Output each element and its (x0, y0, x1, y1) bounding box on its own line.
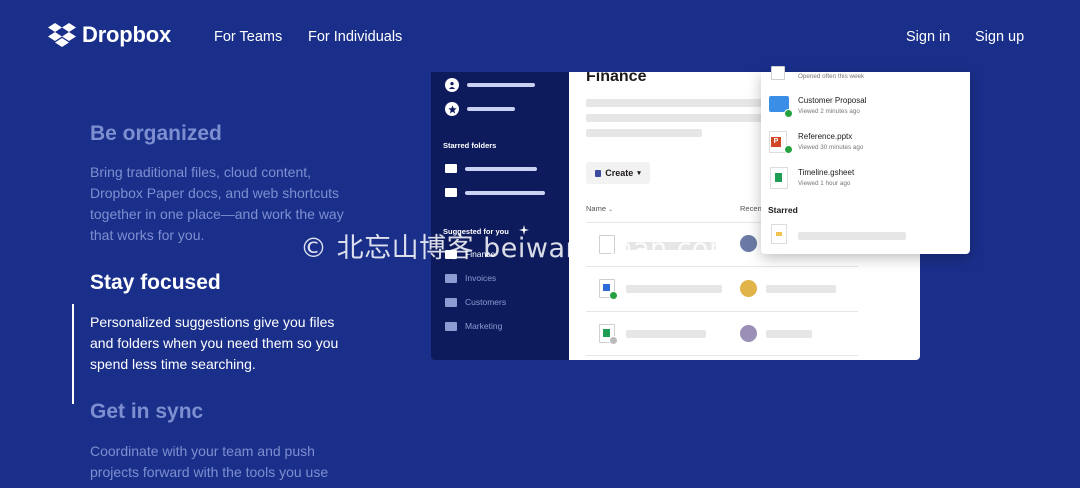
starred-folders-label: Starred folders (443, 141, 497, 150)
divider (586, 355, 858, 356)
divider (586, 266, 858, 267)
popup-file-name: Customer Proposal (798, 96, 867, 105)
powerpoint-icon: P (771, 137, 781, 147)
star-icon (445, 102, 459, 116)
avatar (740, 280, 757, 297)
popup-top-sub: Opened often this week (798, 73, 865, 80)
placeholder-line (626, 330, 706, 338)
placeholder-line (467, 107, 515, 111)
create-icon (595, 169, 602, 177)
synced-check-icon (609, 291, 618, 300)
placeholder-line (586, 129, 702, 137)
gsheet-icon (775, 173, 782, 182)
active-indicator (72, 304, 74, 404)
file-icon (771, 66, 785, 80)
folder-icon (445, 321, 457, 331)
starred-folder-row[interactable] (445, 188, 545, 197)
sidebar-starred-row (445, 102, 515, 116)
avatar (740, 325, 757, 342)
person-icon (445, 78, 459, 92)
doc-badge-icon (776, 232, 782, 236)
placeholder-line (465, 190, 545, 195)
folder-icon (445, 188, 457, 197)
create-label: Create (605, 168, 634, 178)
watermark: © 北忘山博客 beiwangshan.com (300, 233, 736, 264)
pending-icon (609, 336, 618, 345)
placeholder-line (798, 232, 906, 240)
recent-files-popup: Opened often this week Customer Proposal… (761, 66, 970, 254)
placeholder-line (465, 166, 537, 171)
gsheet-icon (603, 329, 610, 337)
synced-check-icon (784, 145, 793, 154)
recent-column-header[interactable]: Recen (740, 204, 762, 213)
name-column-label: Name (586, 204, 607, 213)
app-sidebar: Starred folders Suggested for you Financ… (431, 72, 569, 360)
sign-up-link[interactable]: Sign up (975, 29, 1024, 45)
feature-title: Stay focused (90, 271, 221, 294)
placeholder-line (586, 114, 776, 122)
nav-for-individuals[interactable]: For Individuals (308, 29, 402, 45)
sign-in-link[interactable]: Sign in (906, 29, 950, 45)
placeholder-line (626, 285, 722, 293)
folder-icon (445, 297, 457, 307)
placeholder-line (586, 99, 776, 107)
create-button[interactable]: Create ▾ (586, 162, 650, 184)
popup-file-sub: Viewed 30 minutes ago (798, 144, 864, 151)
feature-body: Coordinate with your team and push proje… (90, 443, 329, 480)
sidebar-account-row (445, 78, 535, 92)
feature-get-in-sync[interactable]: Get in sync Coordinate with your team an… (90, 400, 370, 483)
starred-folder-row[interactable] (445, 164, 537, 173)
nav-for-teams[interactable]: For Teams (214, 29, 282, 45)
feature-body: Personalized suggestions give you files … (90, 314, 339, 372)
popup-file-sub: Viewed 1 hour ago (798, 180, 851, 187)
dropbox-logo[interactable]: Dropbox (48, 22, 171, 48)
top-navigation: Dropbox For Teams For Individuals Sign i… (0, 0, 1080, 72)
suggested-item-customers[interactable]: Customers (445, 297, 506, 307)
gsheet-file-icon (770, 167, 788, 189)
feature-title: Get in sync (90, 400, 204, 423)
avatar (740, 235, 757, 252)
feature-stay-focused[interactable]: Stay focused Personalized suggestions gi… (90, 271, 370, 375)
placeholder-line (766, 285, 836, 293)
feature-title: Be organized (90, 122, 222, 145)
suggested-item-marketing[interactable]: Marketing (445, 321, 502, 331)
chevron-down-icon: ▾ (637, 170, 641, 177)
name-column-header[interactable]: Name ⌄ (586, 204, 613, 213)
placeholder-line (766, 330, 812, 338)
starred-file-icon[interactable] (771, 224, 787, 244)
folder-title: Finance (586, 72, 647, 85)
popup-file-name: Timeline.gsheet (798, 168, 855, 177)
suggested-item-invoices[interactable]: Invoices (445, 273, 496, 283)
divider (586, 311, 858, 312)
popup-file-sub: Viewed 2 minutes ago (798, 108, 860, 115)
folder-icon (445, 164, 457, 173)
brand-name: Dropbox (82, 22, 172, 47)
synced-check-icon (784, 109, 793, 118)
dropbox-box-icon (48, 23, 76, 47)
folder-icon (445, 273, 457, 283)
grid-icon (603, 284, 610, 291)
popup-starred-heading: Starred (768, 205, 798, 215)
sort-chevron-icon: ⌄ (608, 207, 614, 213)
placeholder-line (467, 83, 535, 87)
popup-file-name: Reference.pptx (798, 132, 853, 141)
